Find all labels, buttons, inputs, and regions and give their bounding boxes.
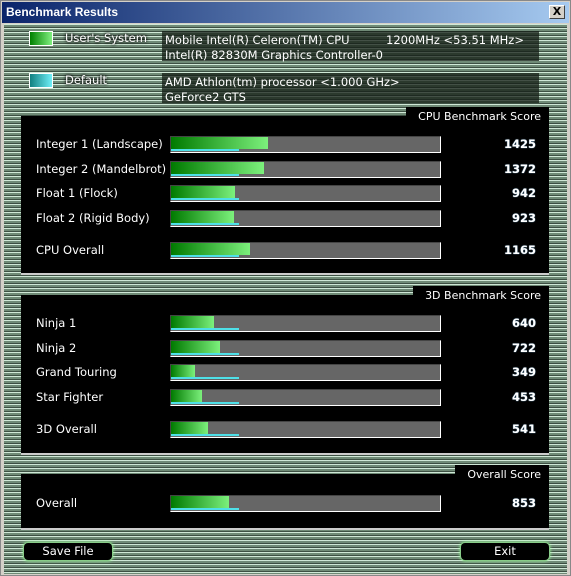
user-score-fill [171,365,195,377]
3d-score-panel: 3D Benchmark Score Ninja 1 640 Ninja 2 722 G… [21,286,549,455]
user-score-fill [171,340,220,353]
test-name: Ninja 1 [36,316,77,330]
user-score-fill [171,243,250,255]
score-value: 923 [511,210,536,225]
score-bar [170,136,441,153]
user-score-fill [171,316,215,328]
3d-panel-title: 3D Benchmark Score [413,286,549,304]
users-clock: 1200MHz <53.51 MHz> [386,33,524,47]
test-name: CPU Overall [36,243,105,257]
score-row: Ninja 1 640 [36,315,536,333]
score-row: Float 2 (Rigid Body) 923 [36,209,536,228]
user-score-fill [171,137,268,149]
default-cpu: AMD Athlon(tm) processor <1.000 GHz> [165,75,400,89]
default-score-line [171,328,239,330]
test-name: Float 2 (Rigid Body) [36,210,150,225]
score-row: Integer 1 (Landscape) 1425 [36,136,536,154]
exit-button[interactable]: Exit [460,542,550,561]
score-value: 640 [511,316,536,330]
test-name: Integer 2 (Mandelbrot) [36,161,167,176]
users-gpu: Intel(R) 82830M Graphics Controller-0 [165,48,383,62]
score-bar [170,364,441,381]
cpu-panel-title: CPU Benchmark Score [406,107,549,125]
default-swatch [29,73,53,88]
user-score-fill [171,496,229,508]
users-system-info: Mobile Intel(R) Celeron(TM) CPU 1200MHz … [162,31,539,62]
score-bar [170,339,441,357]
window-body: User's System Mobile Intel(R) Celeron(TM… [4,24,567,574]
test-name: 3D Overall [36,422,97,436]
score-row: Star Fighter 453 [36,388,536,407]
score-bar [170,209,441,227]
user-score-fill [171,422,208,434]
user-score-fill [171,161,264,174]
score-value: 1425 [503,137,536,151]
score-row: Grand Touring 349 [36,364,536,382]
score-value: 349 [511,365,536,379]
score-row: 3D Overall 541 [36,421,536,439]
default-score-line [171,198,239,200]
default-score-line [171,173,239,176]
benchmark-results-window: Benchmark Results X User's System Mobile… [0,0,571,576]
score-value: 1165 [503,243,536,257]
default-score-line [171,149,239,151]
score-value: 541 [511,422,536,436]
overall-score-panel: Overall Score Overall 853 [21,465,549,530]
score-value: 1372 [503,161,536,176]
default-gpu: GeForce2 GTS [165,90,246,104]
users-system-label: User's System [65,31,147,45]
score-row: Integer 2 (Mandelbrot) 1372 [36,160,536,179]
user-score-fill [171,186,235,198]
default-score-line [171,255,239,257]
default-label: Default [65,73,108,87]
default-score-line [171,401,239,404]
users-system-swatch [29,31,53,46]
cpu-score-panel: CPU Benchmark Score Integer 1 (Landscape… [21,107,549,275]
user-score-fill [171,210,234,223]
default-score-line [171,434,239,436]
window-title: Benchmark Results [6,5,119,19]
score-value: 453 [511,389,536,404]
close-button[interactable]: X [549,5,565,19]
default-score-line [171,222,239,225]
score-row: Float 1 (Flock) 942 [36,185,536,203]
test-name: Overall [36,496,78,510]
score-bar [170,160,441,178]
score-value: 722 [511,340,536,355]
test-name: Float 1 (Flock) [36,186,118,200]
test-name: Integer 1 (Landscape) [36,137,163,151]
test-name: Grand Touring [36,365,117,379]
test-name: Ninja 2 [36,340,77,355]
score-bar [170,185,441,202]
users-cpu: Mobile Intel(R) Celeron(TM) CPU [165,33,350,47]
score-bar [170,421,441,438]
score-row: Overall 853 [36,495,536,513]
save-file-button[interactable]: Save File [23,542,113,561]
score-row: Ninja 2 722 [36,339,536,358]
score-bar [170,495,441,512]
test-name: Star Fighter [36,389,104,404]
score-value: 942 [511,186,536,200]
user-score-fill [171,389,202,402]
title-bar: Benchmark Results X [2,2,569,23]
default-score-line [171,352,239,355]
score-row: CPU Overall 1165 [36,242,536,260]
score-value: 853 [511,496,536,510]
default-score-line [171,508,239,510]
score-bar [170,388,441,406]
score-bar [170,242,441,259]
overall-panel-title: Overall Score [455,465,549,483]
score-bar [170,315,441,332]
default-score-line [171,377,239,379]
default-system-info: AMD Athlon(tm) processor <1.000 GHz> GeF… [162,73,539,104]
